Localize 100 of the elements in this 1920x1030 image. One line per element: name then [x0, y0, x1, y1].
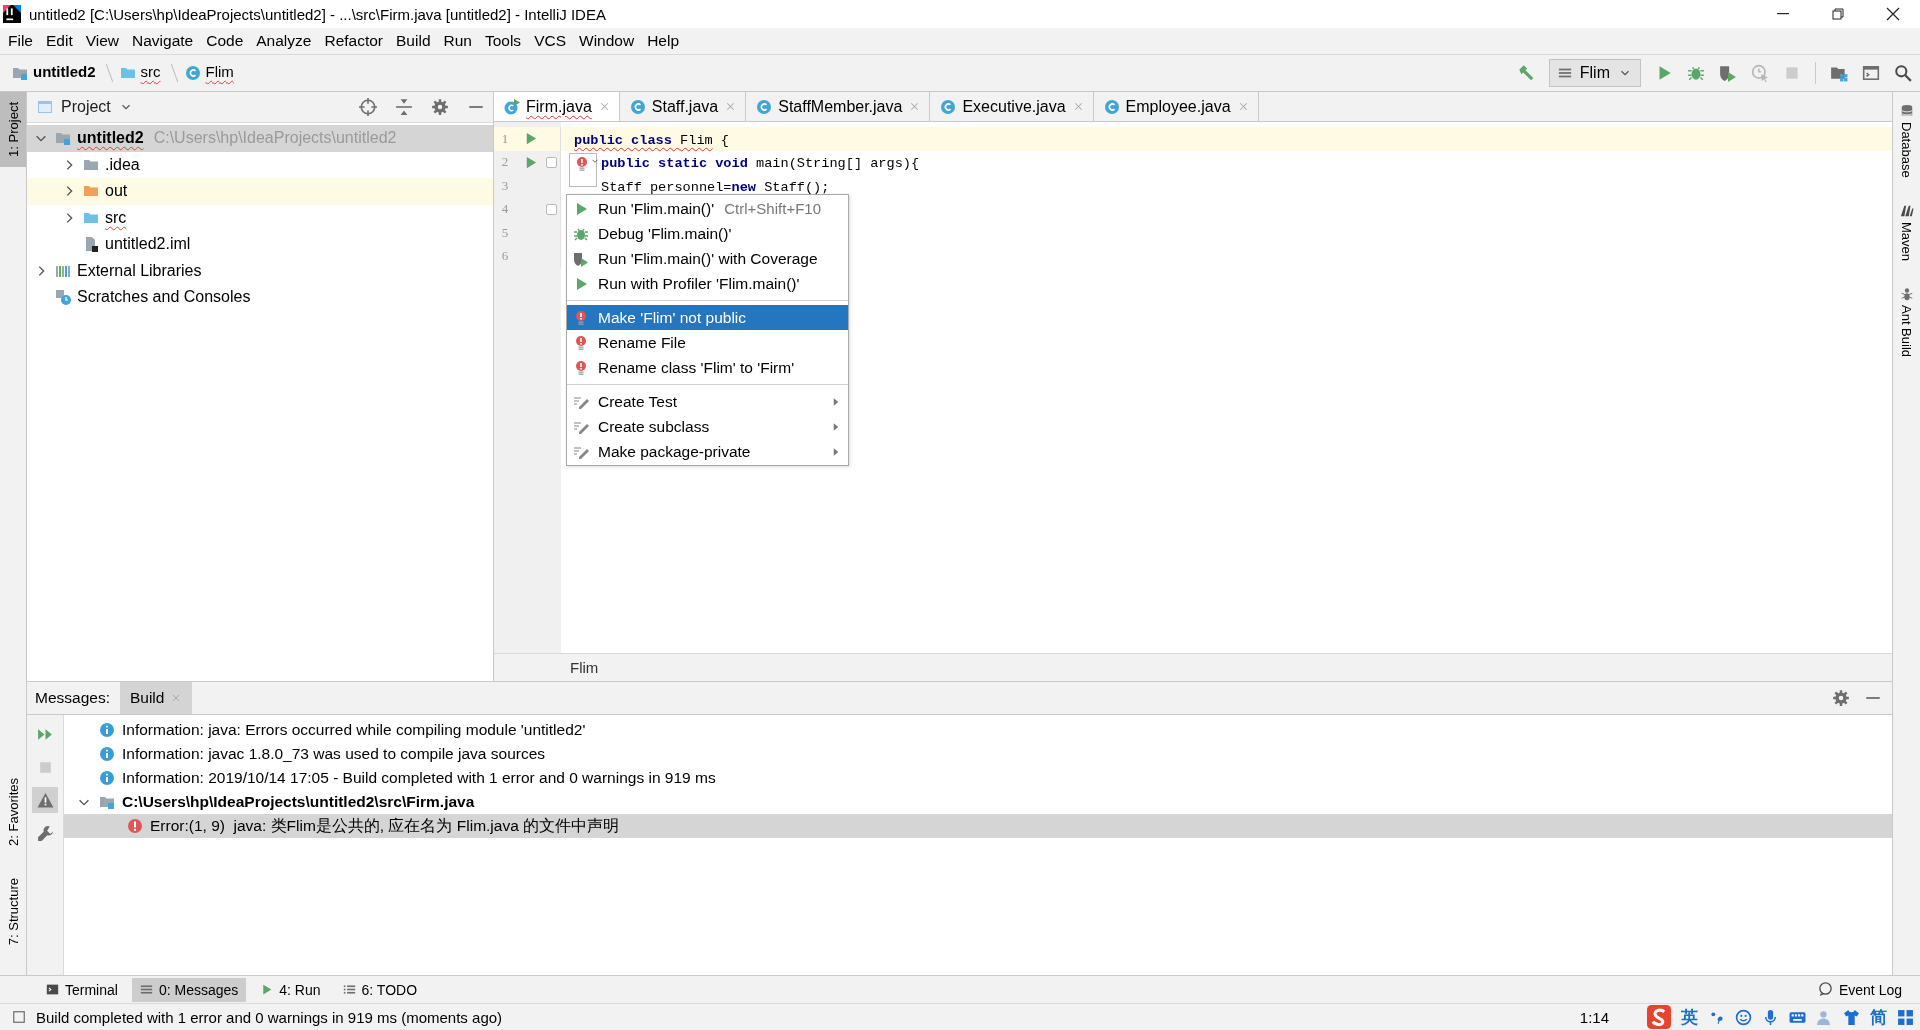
- settings-icon[interactable]: [1832, 689, 1850, 707]
- menu-item[interactable]: Code: [200, 32, 250, 50]
- status-icon[interactable]: [12, 1010, 26, 1024]
- editor-tab[interactable]: Staff.java: [619, 92, 747, 121]
- tool-window-tab[interactable]: 0: Messages: [131, 977, 247, 1002]
- locate-icon[interactable]: [359, 98, 377, 116]
- menu-item[interactable]: Make package-private: [567, 439, 848, 464]
- breadcrumb-item[interactable]: Flim: [205, 62, 234, 84]
- tool-window-tab[interactable]: 1: Project: [0, 92, 26, 167]
- menu-item[interactable]: Run 'Flim.main()' with Coverage: [567, 246, 848, 271]
- menu-item[interactable]: Rename class 'Flim' to 'Firm': [567, 355, 848, 380]
- intention-bulb[interactable]: [569, 153, 597, 187]
- database-icon: [1899, 104, 1914, 118]
- menu-item[interactable]: Debug 'Flim.main()': [567, 221, 848, 246]
- caret-position[interactable]: 1:14: [1579, 1008, 1609, 1026]
- ant-icon: [1899, 286, 1914, 301]
- editor-tab[interactable]: Firm.java: [494, 92, 620, 121]
- menu-item[interactable]: Window: [573, 32, 641, 50]
- tool-window-tab[interactable]: 7: Structure: [0, 867, 26, 955]
- hammer-icon[interactable]: [1516, 64, 1535, 82]
- error-bulb-icon: [574, 156, 590, 172]
- list-icon: [342, 983, 356, 996]
- code-line: public static void main(String[] args){: [601, 156, 920, 172]
- wrench-icon: [36, 824, 54, 842]
- tree-item[interactable]: untitled2 C:\Users\hp\IdeaProjects\untitled2: [27, 125, 493, 152]
- tree-item[interactable]: External Libraries: [27, 257, 493, 284]
- menu-item[interactable]: Help: [641, 32, 686, 50]
- coverage-icon[interactable]: [1719, 64, 1737, 82]
- folder-icon: [119, 65, 136, 81]
- project-structure-icon[interactable]: [1830, 64, 1848, 82]
- menu-item[interactable]: Build: [390, 32, 437, 50]
- editor-tab[interactable]: Executive.java: [930, 92, 1094, 121]
- run-icon: [260, 983, 274, 996]
- panel-title[interactable]: Project: [61, 98, 111, 116]
- tool-window-tab[interactable]: Database: [1899, 104, 1914, 178]
- menu-item[interactable]: Refactor: [318, 32, 390, 50]
- message-text[interactable]: Information: 2019/10/14 17:05 - Build completed with 1 error and 0 warnings in 919 ms: [122, 769, 716, 787]
- fold-marker[interactable]: [545, 156, 557, 168]
- tree-item[interactable]: Scratches and Consoles: [27, 284, 493, 311]
- editor-tab[interactable]: Employee.java: [1093, 92, 1259, 121]
- window-icon[interactable]: [1862, 64, 1880, 82]
- sogou-icon[interactable]: [1647, 1005, 1671, 1029]
- menu-item[interactable]: Run with Profiler 'Flim.main()': [567, 271, 848, 296]
- message-text[interactable]: Information: java: Errors occurred while compiling module 'untitled2': [122, 721, 586, 739]
- event-log-button[interactable]: Event Log: [1809, 977, 1910, 1002]
- module-icon: [12, 65, 28, 81]
- grid-icon[interactable]: [1897, 1008, 1914, 1026]
- menu-item[interactable]: View: [79, 32, 126, 50]
- menu-item[interactable]: Edit: [40, 32, 79, 50]
- run-configuration-dropdown[interactable]: Flim: [1548, 59, 1641, 87]
- tool-window-tab[interactable]: Ant Build: [1899, 286, 1914, 357]
- class-icon: [756, 98, 773, 115]
- menu-item[interactable]: Run 'Flim.main()' Ctrl+Shift+F10: [567, 196, 848, 221]
- tree-item[interactable]: src: [27, 204, 493, 231]
- menu-item[interactable]: Analyze: [250, 32, 318, 50]
- message-text[interactable]: Information: javac 1.8.0_73 was used to compile java sources: [122, 745, 546, 763]
- menu-item[interactable]: VCS: [528, 32, 572, 50]
- tree-item[interactable]: untitled2.iml: [27, 231, 493, 258]
- input-mode-indicator[interactable]: 英: [1681, 1005, 1698, 1029]
- menu-item[interactable]: Make 'Flim' not public: [567, 305, 848, 330]
- tool-window-tab[interactable]: 6: TODO: [334, 977, 426, 1002]
- shirt-icon[interactable]: [1843, 1008, 1860, 1026]
- menu-item[interactable]: Tools: [478, 32, 528, 50]
- emoji-icon[interactable]: [1735, 1008, 1752, 1026]
- menu-item[interactable]: Create Test: [567, 389, 848, 414]
- toolbar-button[interactable]: [32, 787, 58, 813]
- menu-item[interactable]: File: [2, 32, 39, 50]
- line-number: 4: [500, 201, 510, 218]
- bug-icon[interactable]: [1687, 64, 1705, 82]
- tool-window-tab[interactable]: 2: Favorites: [0, 767, 26, 856]
- class-icon: [504, 98, 520, 115]
- settings-icon[interactable]: [431, 98, 449, 116]
- editor-breadcrumb[interactable]: Flim: [570, 659, 599, 676]
- error-bulb-icon: [573, 309, 589, 326]
- info-icon: [99, 770, 115, 786]
- microphone-icon[interactable]: [1762, 1008, 1779, 1026]
- line-number: 1: [500, 130, 510, 147]
- tool-window-tab[interactable]: Maven: [1899, 203, 1914, 261]
- collapse-all-icon[interactable]: [395, 98, 413, 116]
- info-icon: [99, 746, 115, 762]
- input-mode-indicator[interactable]: 简: [1870, 1005, 1887, 1029]
- menu-item[interactable]: Navigate: [126, 32, 200, 50]
- tree-item[interactable]: .idea: [27, 151, 493, 178]
- search-icon[interactable]: [1894, 64, 1912, 82]
- breadcrumb-item[interactable]: src: [140, 62, 161, 84]
- message-text[interactable]: C:\Users\hp\IdeaProjects\untitled2\src\Firm.java: [122, 793, 475, 811]
- tree-item[interactable]: out: [27, 178, 493, 205]
- event-log-icon: [1817, 982, 1833, 997]
- menu-item[interactable]: Run: [437, 32, 478, 50]
- panel-tab[interactable]: Build: [119, 682, 193, 714]
- editor-tab[interactable]: StaffMember.java: [746, 92, 931, 121]
- tool-window-tab[interactable]: 4: Run: [252, 977, 329, 1002]
- menu-item[interactable]: Rename File: [567, 330, 848, 355]
- menu-item[interactable]: Create subclass: [567, 414, 848, 439]
- class-icon: [940, 98, 957, 115]
- fold-marker[interactable]: [545, 203, 557, 215]
- line-number: 3: [500, 177, 510, 194]
- tool-window-tab[interactable]: Terminal: [38, 977, 126, 1002]
- breadcrumb-item[interactable]: untitled2: [33, 62, 96, 84]
- class-icon: [629, 98, 646, 115]
